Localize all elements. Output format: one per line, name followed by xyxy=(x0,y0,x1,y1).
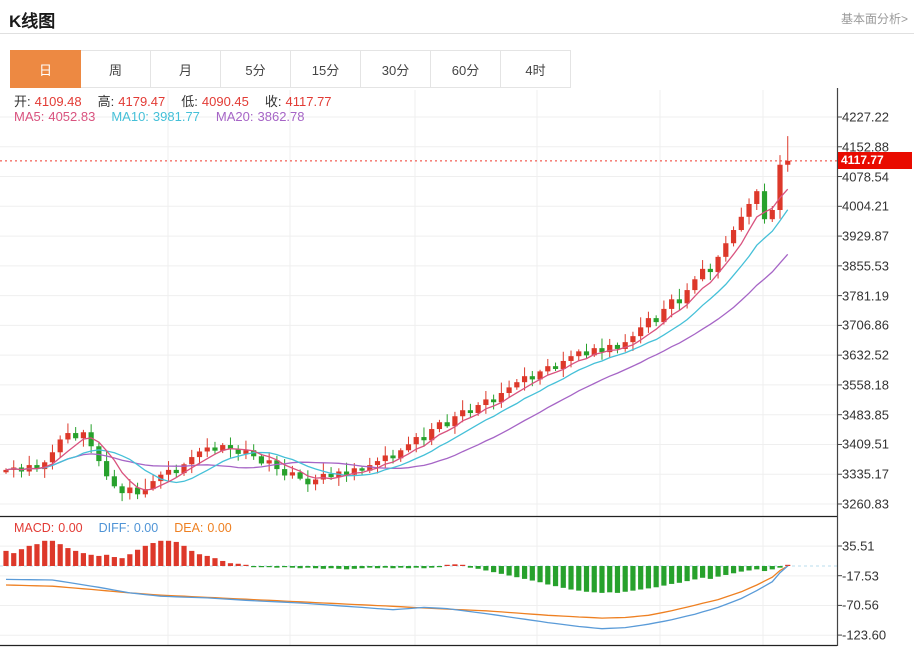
legend-label: MACD: xyxy=(14,521,55,535)
price-axis-label: 3929.87 xyxy=(842,228,889,244)
legend-label: 开: xyxy=(14,94,31,109)
legend-value: 4179.47 xyxy=(118,94,166,109)
legend-label: MA10: xyxy=(111,109,149,124)
tab-日[interactable]: 日 xyxy=(10,50,81,88)
macd-axis-label: -17.53 xyxy=(842,568,879,584)
legend-value: 0.00 xyxy=(133,521,159,535)
price-axis-label: 4227.22 xyxy=(842,109,889,125)
legend-value: 4117.77 xyxy=(285,94,332,109)
price-axis-label: 3409.51 xyxy=(842,436,889,452)
legend-value: 0.00 xyxy=(58,521,83,535)
price-axis-label: 3706.86 xyxy=(842,317,889,333)
kline-chart-canvas[interactable] xyxy=(0,0,914,647)
current-price-tag: 4117.77 xyxy=(838,152,912,170)
price-axis-label: 3558.18 xyxy=(842,377,889,393)
price-axis-label: 3260.83 xyxy=(842,496,889,512)
price-axis-label: 3781.19 xyxy=(842,288,889,304)
macd-readout: MACD: 0.00 DIFF: 0.00 DEA: 0.00 xyxy=(14,521,248,535)
legend-value: 3862.78 xyxy=(257,109,305,124)
ohlc-readout: 开: 4109.48 高: 4179.47 低: 4090.45 收: 4117.77 xyxy=(14,91,348,110)
price-axis-label: 3483.85 xyxy=(842,407,889,423)
macd-axis-label: -70.56 xyxy=(842,597,879,613)
legend-label: DIFF: xyxy=(98,521,130,535)
legend-label: DEA: xyxy=(174,521,204,535)
legend-value: 3981.77 xyxy=(152,109,200,124)
macd-axis-label: 35.51 xyxy=(842,538,875,554)
price-axis-label: 4078.54 xyxy=(842,169,889,185)
legend-value: 4090.45 xyxy=(201,94,249,109)
legend-value: 4052.83 xyxy=(48,109,96,124)
price-axis-label: 3855.53 xyxy=(842,258,889,274)
legend-label: 高: xyxy=(97,94,115,109)
ma-readout: MA5: 4052.83 MA10: 3981.77 MA20: 3862.78 xyxy=(14,109,321,124)
legend-label: 收: xyxy=(264,94,282,109)
price-axis-label: 3632.52 xyxy=(842,347,889,363)
price-axis-label: 3335.17 xyxy=(842,466,889,482)
legend-value: 4109.48 xyxy=(34,94,82,109)
price-axis-label: 4004.21 xyxy=(842,198,889,214)
legend-label: MA5: xyxy=(14,109,45,124)
legend-value: 0.00 xyxy=(207,521,232,535)
legend-label: 低: xyxy=(181,94,198,109)
kline-widget: K线图 基本面分析> 日周月 5分 15分 30分 60分 4时 开: 4109.48 高: 4… xyxy=(0,0,914,649)
macd-axis-label: -123.60 xyxy=(842,627,887,643)
legend-label: MA20: xyxy=(215,109,254,124)
